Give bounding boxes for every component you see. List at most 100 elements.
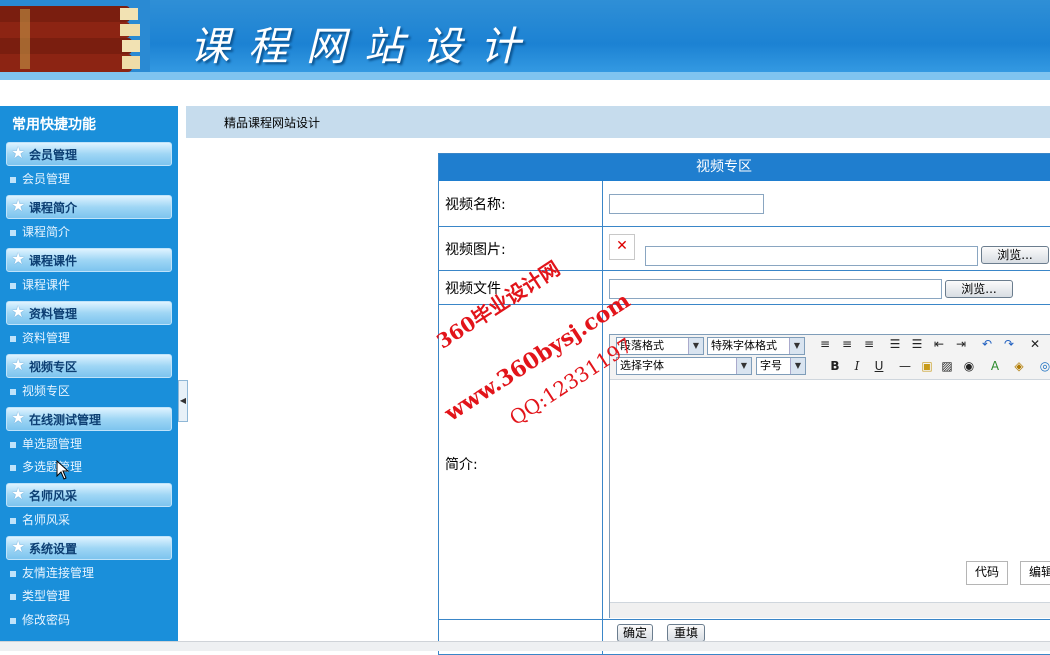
sidebar-item-label: 友情连接管理 (22, 566, 95, 580)
star-icon: ★ (11, 249, 26, 268)
horizontal-rule-icon[interactable]: — (896, 357, 914, 375)
bold-icon[interactable]: B (826, 357, 844, 375)
undo-icon[interactable]: ↶ (978, 335, 996, 353)
highlight-icon[interactable]: ◈ (1010, 357, 1028, 375)
sidebar-item-label: 会员管理 (22, 172, 71, 186)
special-font-format-select[interactable]: 特殊字体格式 ▼ (707, 337, 805, 355)
sidebar-item-label: 多选题管理 (22, 460, 83, 474)
site-header: 课程网站设计 (0, 0, 1050, 80)
select-value: 字号 (760, 359, 782, 372)
form-title: 视频专区 (439, 154, 1050, 181)
bullet-icon (10, 593, 16, 600)
sidebar-item-label: 资料管理 (22, 331, 71, 345)
redo-icon[interactable]: ↷ (1000, 335, 1018, 353)
sidebar-collapse-toggle[interactable]: ◀ (178, 380, 188, 422)
font-size-select[interactable]: 字号 ▼ (756, 357, 806, 375)
insert-media-icon[interactable]: ◉ (960, 357, 978, 375)
outdent-icon[interactable]: ⇤ (930, 335, 948, 353)
rich-text-editor: 段落格式 ▼ 特殊字体格式 ▼ 选择字体 ▼ 字号 ▼ ≡ ≡ ≡ ☰ ☰ ⇤ ⇥ ↶ … (609, 334, 1050, 618)
star-icon: ★ (11, 537, 26, 556)
video-file-input[interactable] (609, 279, 942, 299)
header-gap (0, 80, 1050, 106)
font-select[interactable]: 选择字体 ▼ (616, 357, 752, 375)
chevron-down-icon: ▼ (688, 338, 703, 354)
indent-icon[interactable]: ⇥ (952, 335, 970, 353)
sidebar-item-video[interactable]: 视频专区 (10, 382, 70, 400)
sidebar-group-materials[interactable]: ★ 资料管理 (6, 301, 172, 325)
sidebar-item-single-choice[interactable]: 单选题管理 (10, 435, 82, 453)
sidebar-item-teachers[interactable]: 名师风采 (10, 511, 70, 529)
align-left-icon[interactable]: ≡ (816, 335, 834, 353)
sidebar-item-multi-choice[interactable]: 多选题管理 (10, 458, 82, 476)
sidebar-group-label: 在线测试管理 (29, 413, 102, 427)
editor-tab-code[interactable]: 代码 (966, 561, 1009, 585)
sidebar-title: 常用快捷功能 (12, 117, 96, 133)
star-icon: ★ (11, 355, 26, 374)
star-icon: ★ (11, 484, 26, 503)
browse-image-button[interactable]: 浏览... (981, 246, 1049, 264)
video-name-input[interactable] (609, 194, 764, 214)
sidebar-item-courseware[interactable]: 课程课件 (10, 276, 70, 294)
font-color-icon[interactable]: A (986, 357, 1004, 375)
sidebar-group-system[interactable]: ★ 系统设置 (6, 536, 172, 560)
breadcrumb: 精品课程网站设计 (186, 106, 1050, 138)
sidebar-group-courseware[interactable]: ★ 课程课件 (6, 248, 172, 272)
star-icon: ★ (11, 196, 26, 215)
bullet-icon (10, 517, 16, 524)
align-right-icon[interactable]: ≡ (860, 335, 878, 353)
row-divider (439, 226, 1050, 227)
underline-icon[interactable]: U (870, 357, 888, 375)
bullet-icon (10, 570, 16, 577)
bullet-icon (10, 282, 16, 289)
sidebar-item-links[interactable]: 友情连接管理 (10, 564, 94, 582)
sidebar-group-label: 视频专区 (29, 360, 78, 374)
sidebar-item-password[interactable]: 修改密码 (10, 611, 70, 629)
star-icon: ★ (11, 302, 26, 321)
sidebar-group-course-intro[interactable]: ★ 课程简介 (6, 195, 172, 219)
delete-icon[interactable]: ✕ (1026, 335, 1044, 353)
sidebar-group-online-test[interactable]: ★ 在线测试管理 (6, 407, 172, 431)
insert-folder-icon[interactable]: ▣ (918, 357, 936, 375)
sidebar-item-label: 视频专区 (22, 384, 71, 398)
insert-link-icon[interactable]: ◎ (1036, 357, 1050, 375)
sidebar-item-label: 名师风采 (22, 513, 71, 527)
align-center-icon[interactable]: ≡ (838, 335, 856, 353)
sidebar-item-label: 单选题管理 (22, 437, 83, 451)
sidebar-group-label: 课程简介 (29, 201, 78, 215)
submit-button[interactable]: 确定 (617, 624, 653, 642)
breadcrumb-text: 精品课程网站设计 (224, 116, 321, 130)
sidebar-item-label: 修改密码 (22, 613, 71, 627)
sidebar-item-types[interactable]: 类型管理 (10, 587, 70, 605)
sidebar-group-video[interactable]: ★ 视频专区 (6, 354, 172, 378)
sidebar-item-materials[interactable]: 资料管理 (10, 329, 70, 347)
reset-button[interactable]: 重填 (667, 624, 705, 642)
editor-toolbar: 段落格式 ▼ 特殊字体格式 ▼ 选择字体 ▼ 字号 ▼ ≡ ≡ ≡ ☰ ☰ ⇤ ⇥ ↶ … (610, 335, 1050, 380)
select-value: 特殊字体格式 (711, 339, 777, 352)
column-divider (602, 181, 603, 654)
video-image-file-input[interactable] (645, 246, 978, 266)
unordered-list-icon[interactable]: ☰ (908, 335, 926, 353)
sidebar-group-label: 课程课件 (29, 254, 78, 268)
sidebar-group-label: 会员管理 (29, 148, 78, 162)
video-image-label: 视频图片: (445, 242, 506, 258)
insert-image-icon[interactable]: ▨ (938, 357, 956, 375)
chevron-down-icon: ▼ (790, 358, 805, 374)
editor-status-bar (610, 602, 1050, 618)
bullet-icon (10, 441, 16, 448)
sidebar-item-label: 课程课件 (22, 278, 71, 292)
sidebar: 常用快捷功能 ★ 会员管理 会员管理 ★ 课程简介 课程简介 ★ 课程课件 课程… (0, 106, 178, 650)
browse-video-button[interactable]: 浏览... (945, 280, 1013, 298)
editor-tab-edit[interactable]: 编辑 (1020, 561, 1050, 585)
header-stripe (0, 72, 1050, 80)
sidebar-item-label: 类型管理 (22, 589, 71, 603)
sidebar-item-course-intro[interactable]: 课程简介 (10, 223, 70, 241)
star-icon: ★ (11, 143, 26, 162)
sidebar-item-member-manage[interactable]: 会员管理 (10, 170, 70, 188)
books-logo-icon (0, 0, 150, 80)
sidebar-group-member[interactable]: ★ 会员管理 (6, 142, 172, 166)
form-title-text: 视频专区 (696, 159, 752, 175)
ordered-list-icon[interactable]: ☰ (886, 335, 904, 353)
italic-icon[interactable]: I (848, 357, 866, 375)
bullet-icon (10, 335, 16, 342)
sidebar-group-teachers[interactable]: ★ 名师风采 (6, 483, 172, 507)
